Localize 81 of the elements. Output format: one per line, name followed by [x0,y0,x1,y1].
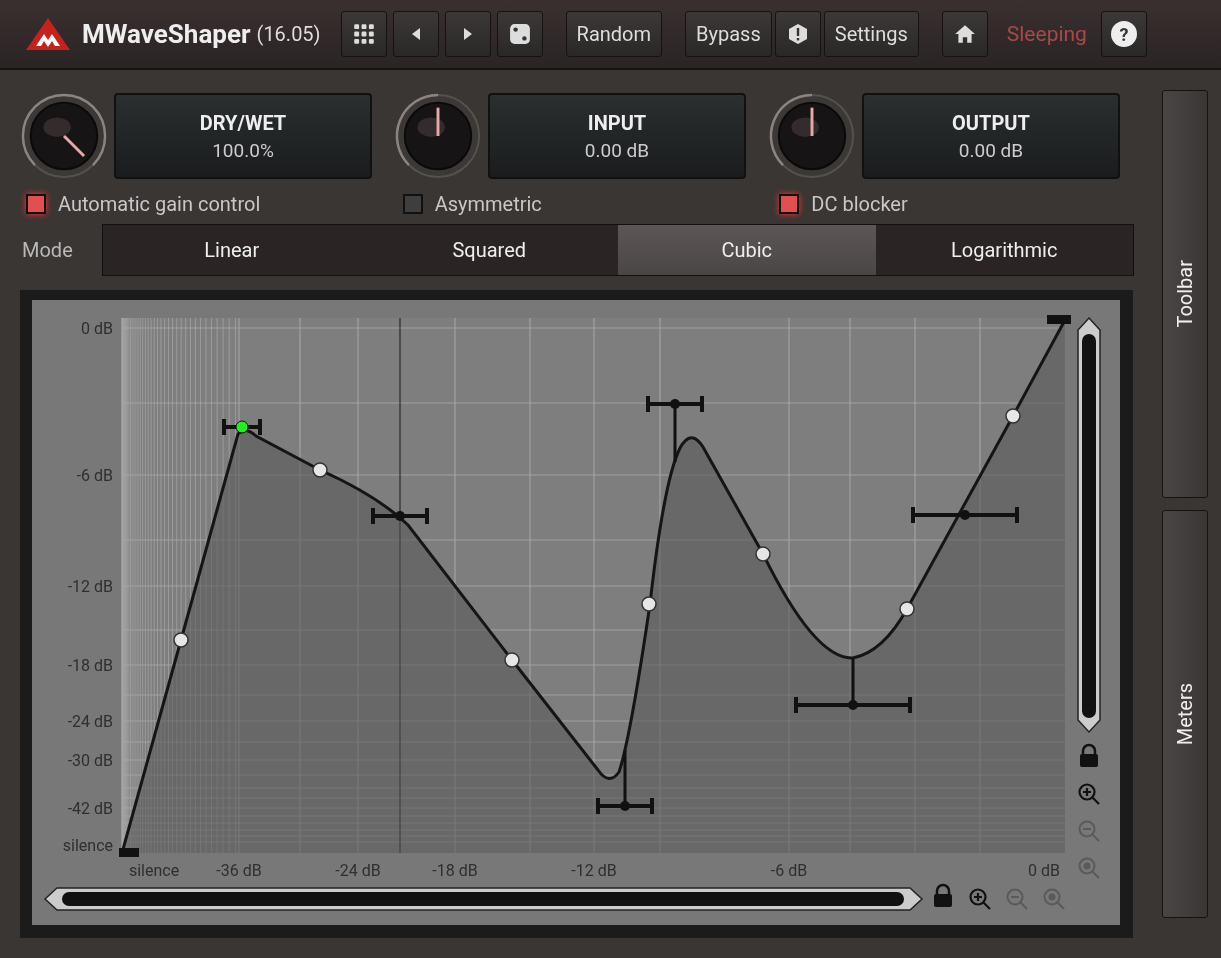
zoom-in-icon[interactable] [969,888,992,911]
x-axis-label: -36 dB [216,861,262,880]
mode-tab[interactable]: Cubic [618,225,876,275]
presets-grid-button[interactable] [340,11,387,57]
parameter-value: 0.00 dB [958,138,1024,162]
checkbox[interactable] [26,194,46,214]
curve-point[interactable] [504,652,520,668]
end-handle[interactable] [1047,315,1071,324]
lock-icon[interactable] [934,883,952,907]
rotary-knob[interactable] [20,92,108,180]
value-display[interactable]: INPUT 0.00 dB [488,93,746,179]
version-label: (16.05) [256,22,321,46]
side-panel-button[interactable]: Meters [1162,510,1208,918]
checkbox-label: DC blocker [811,192,908,216]
right-triangle-icon [462,27,473,41]
end-handle[interactable] [119,848,139,857]
parameter-value: 100.0% [212,138,274,162]
curve-point[interactable] [173,632,189,648]
range-handle[interactable] [911,507,1019,523]
y-axis-label: -18 dB [67,656,113,675]
plugin-title: MWaveShaper [82,19,251,49]
checkbox-label: Automatic gain control [58,192,261,216]
selected-point[interactable] [235,420,249,434]
help-button[interactable]: ? [1100,11,1147,57]
parameter-label: INPUT [587,110,647,135]
zoom-in-icon[interactable] [1078,783,1101,806]
mode-tab[interactable]: Logarithmic [875,225,1133,275]
checkbox-label: Asymmetric [434,192,542,216]
bypass-button[interactable]: Bypass [685,11,772,57]
settings-button[interactable]: Settings [823,11,919,57]
grid-icon [352,23,375,45]
dice-icon [508,23,531,45]
y-axis-label: -30 dB [67,751,113,770]
y-axis-label: -6 dB [76,466,113,485]
y-axis-label: 0 dB [81,319,113,338]
left-triangle-icon [410,27,421,41]
mode-label: Mode [21,238,74,262]
mode-tab[interactable]: Squared [360,225,618,275]
parameter-label: DRY/WET [199,110,287,135]
parameter-label: OUTPUT [952,110,1030,135]
lock-icon[interactable] [1080,743,1098,767]
previous-button[interactable] [392,11,439,57]
vertical-scrollbar[interactable] [1077,316,1101,734]
rotary-knob[interactable] [394,92,482,180]
parameter-value: 0.00 dB [584,138,650,162]
curve-point[interactable] [641,596,657,612]
warning-button[interactable] [774,11,821,57]
y-axis-label: -24 dB [67,712,113,731]
random-button[interactable]: Random [565,11,663,57]
y-axis-label: -12 dB [67,577,113,596]
x-axis-label: -6 dB [770,861,808,880]
curve-point[interactable] [755,546,771,562]
curve-point[interactable] [899,601,915,617]
next-button[interactable] [444,11,491,57]
x-axis-label: -24 dB [335,861,381,880]
range-handle[interactable] [371,508,429,524]
curve-point[interactable] [312,462,328,478]
y-axis-label: -42 dB [67,799,113,818]
x-axis-label: -18 dB [432,861,478,880]
x-axis-label: -12 dB [571,861,617,880]
home-icon [953,24,976,44]
curve-point[interactable] [1005,408,1021,424]
rotary-knob[interactable] [768,92,856,180]
horizontal-scrollbar[interactable] [43,887,924,911]
range-handle[interactable] [646,396,704,462]
dice-button[interactable] [496,11,543,57]
y-axis-label: silence [62,836,113,855]
range-handle[interactable] [794,658,912,713]
checkbox[interactable] [779,194,800,214]
x-axis-label: silence [128,861,180,880]
warning-icon [787,23,808,45]
value-display[interactable]: DRY/WET 100.0% [114,93,372,179]
side-panel-button[interactable]: Toolbar [1162,90,1208,498]
value-display[interactable]: OUTPUT 0.00 dB [862,93,1120,179]
checkbox[interactable] [402,194,423,214]
range-handle[interactable] [596,750,654,814]
logo-icon [24,16,72,52]
x-axis-label: 0 dB [1028,861,1060,880]
status-label: Sleeping [1006,22,1087,46]
home-button[interactable] [941,11,988,57]
mode-tab[interactable]: Linear [103,225,361,275]
